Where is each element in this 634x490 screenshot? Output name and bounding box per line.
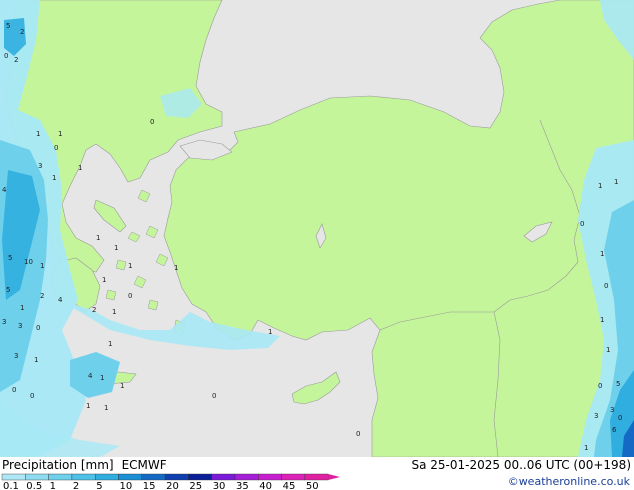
svg-text:1: 1 bbox=[78, 164, 82, 172]
colorbar-swatches bbox=[1, 473, 340, 481]
svg-text:0: 0 bbox=[12, 386, 16, 394]
svg-text:1: 1 bbox=[34, 356, 38, 364]
colorbar-tick-label: 2 bbox=[73, 481, 79, 490]
colorbar-swatch bbox=[48, 473, 73, 481]
svg-text:1: 1 bbox=[40, 262, 44, 270]
svg-text:0: 0 bbox=[212, 392, 216, 400]
svg-text:1: 1 bbox=[86, 402, 90, 410]
svg-text:1: 1 bbox=[606, 346, 610, 354]
svg-text:0: 0 bbox=[598, 382, 602, 390]
svg-text:3: 3 bbox=[610, 406, 614, 414]
svg-text:0: 0 bbox=[604, 282, 608, 290]
colorbar-swatch bbox=[211, 473, 236, 481]
svg-text:0: 0 bbox=[618, 414, 622, 422]
svg-text:3: 3 bbox=[18, 322, 22, 330]
svg-text:1: 1 bbox=[600, 316, 604, 324]
svg-text:1: 1 bbox=[102, 276, 106, 284]
colorbar-swatch bbox=[234, 473, 259, 481]
svg-text:1: 1 bbox=[108, 340, 112, 348]
svg-text:1: 1 bbox=[584, 444, 588, 452]
colorbar-arrow bbox=[328, 474, 340, 480]
colorbar-tick-label: 1 bbox=[50, 481, 56, 490]
colorbar-swatch bbox=[281, 473, 306, 481]
svg-text:3: 3 bbox=[14, 352, 18, 360]
svg-text:1: 1 bbox=[58, 130, 62, 138]
svg-text:5: 5 bbox=[8, 254, 12, 262]
colorbar-tick-labels: 0.1 0.5 1 2 5 10 15 20 25 30 35 40 45 50 bbox=[3, 481, 319, 490]
svg-text:3: 3 bbox=[594, 412, 598, 420]
colorbar-tick-label: 0.5 bbox=[26, 481, 42, 490]
colorbar-swatch bbox=[71, 473, 96, 481]
svg-text:0: 0 bbox=[30, 392, 34, 400]
colorbar-tick-label: 45 bbox=[283, 481, 296, 490]
colorbar-tick-label: 10 bbox=[120, 481, 133, 490]
svg-text:2: 2 bbox=[14, 56, 18, 64]
svg-text:5: 5 bbox=[6, 286, 10, 294]
colorbar-tick-label: 15 bbox=[143, 481, 156, 490]
colorbar-tick-label: 50 bbox=[306, 481, 319, 490]
svg-text:4: 4 bbox=[58, 296, 63, 304]
svg-text:1: 1 bbox=[104, 404, 108, 412]
svg-text:1: 1 bbox=[268, 328, 272, 336]
svg-text:3: 3 bbox=[38, 162, 42, 170]
colorbar-swatch bbox=[164, 473, 189, 481]
weather-map-page: 5 2 0 2 1 0 3 1 4 5 10 1 5 2 1 4 2 3 1 3… bbox=[0, 0, 634, 490]
svg-text:6: 6 bbox=[612, 426, 617, 434]
svg-text:2: 2 bbox=[20, 28, 24, 36]
svg-text:4: 4 bbox=[2, 186, 7, 194]
colorbar-tick-label: 40 bbox=[259, 481, 272, 490]
svg-text:1: 1 bbox=[52, 174, 56, 182]
legend-model: ECMWF bbox=[121, 458, 167, 472]
colorbar-swatch bbox=[304, 473, 329, 481]
svg-text:0: 0 bbox=[150, 118, 154, 126]
svg-text:1: 1 bbox=[128, 262, 132, 270]
colorbar-swatch bbox=[188, 473, 212, 481]
colorbar-tick-label: 25 bbox=[189, 481, 202, 490]
svg-text:0: 0 bbox=[128, 292, 132, 300]
colorbar-swatch bbox=[94, 473, 119, 481]
svg-text:0: 0 bbox=[4, 52, 8, 60]
colorbar-swatch bbox=[141, 473, 166, 481]
svg-text:1: 1 bbox=[114, 244, 118, 252]
svg-text:1: 1 bbox=[96, 234, 100, 242]
legend-title: Precipitation [mm] ECMWF bbox=[2, 458, 175, 472]
svg-text:2: 2 bbox=[92, 306, 96, 314]
svg-text:1: 1 bbox=[600, 250, 604, 258]
precipitation-map: 5 2 0 2 1 0 3 1 4 5 10 1 5 2 1 4 2 3 1 3… bbox=[0, 0, 634, 457]
svg-text:4: 4 bbox=[88, 372, 93, 380]
svg-text:0: 0 bbox=[36, 324, 40, 332]
svg-text:5: 5 bbox=[616, 380, 620, 388]
legend-datetime: Sa 25-01-2025 00..06 UTC (00+198) bbox=[411, 458, 631, 472]
svg-text:10: 10 bbox=[24, 258, 33, 266]
svg-text:1: 1 bbox=[598, 182, 602, 190]
colorbar-swatch bbox=[1, 473, 26, 481]
svg-text:0: 0 bbox=[356, 430, 360, 438]
svg-text:0: 0 bbox=[580, 220, 584, 228]
svg-text:1: 1 bbox=[614, 178, 618, 186]
credit-link[interactable]: ©weatheronline.co.uk bbox=[508, 475, 630, 488]
svg-text:1: 1 bbox=[100, 374, 104, 382]
svg-text:0: 0 bbox=[54, 144, 58, 152]
colorbar-tick-label: 20 bbox=[166, 481, 179, 490]
precipitation-colorbar: 0.1 0.5 1 2 5 10 15 20 25 30 35 40 45 50 bbox=[1, 473, 340, 490]
svg-text:5: 5 bbox=[6, 22, 10, 30]
svg-text:2: 2 bbox=[40, 292, 44, 300]
colorbar-swatch bbox=[25, 473, 49, 481]
legend-label: Precipitation [mm] bbox=[2, 458, 114, 472]
svg-text:1: 1 bbox=[120, 382, 124, 390]
colorbar-swatch bbox=[258, 473, 282, 481]
svg-text:3: 3 bbox=[2, 318, 6, 326]
colorbar-tick-label: 30 bbox=[213, 481, 226, 490]
colorbar-tick-label: 0.1 bbox=[3, 481, 19, 490]
svg-text:1: 1 bbox=[36, 130, 40, 138]
colorbar-swatch bbox=[118, 473, 142, 481]
svg-text:1: 1 bbox=[174, 264, 178, 272]
svg-text:1: 1 bbox=[112, 308, 116, 316]
svg-text:1: 1 bbox=[20, 304, 24, 312]
colorbar-tick-label: 35 bbox=[236, 481, 249, 490]
colorbar-tick-label: 5 bbox=[96, 481, 102, 490]
